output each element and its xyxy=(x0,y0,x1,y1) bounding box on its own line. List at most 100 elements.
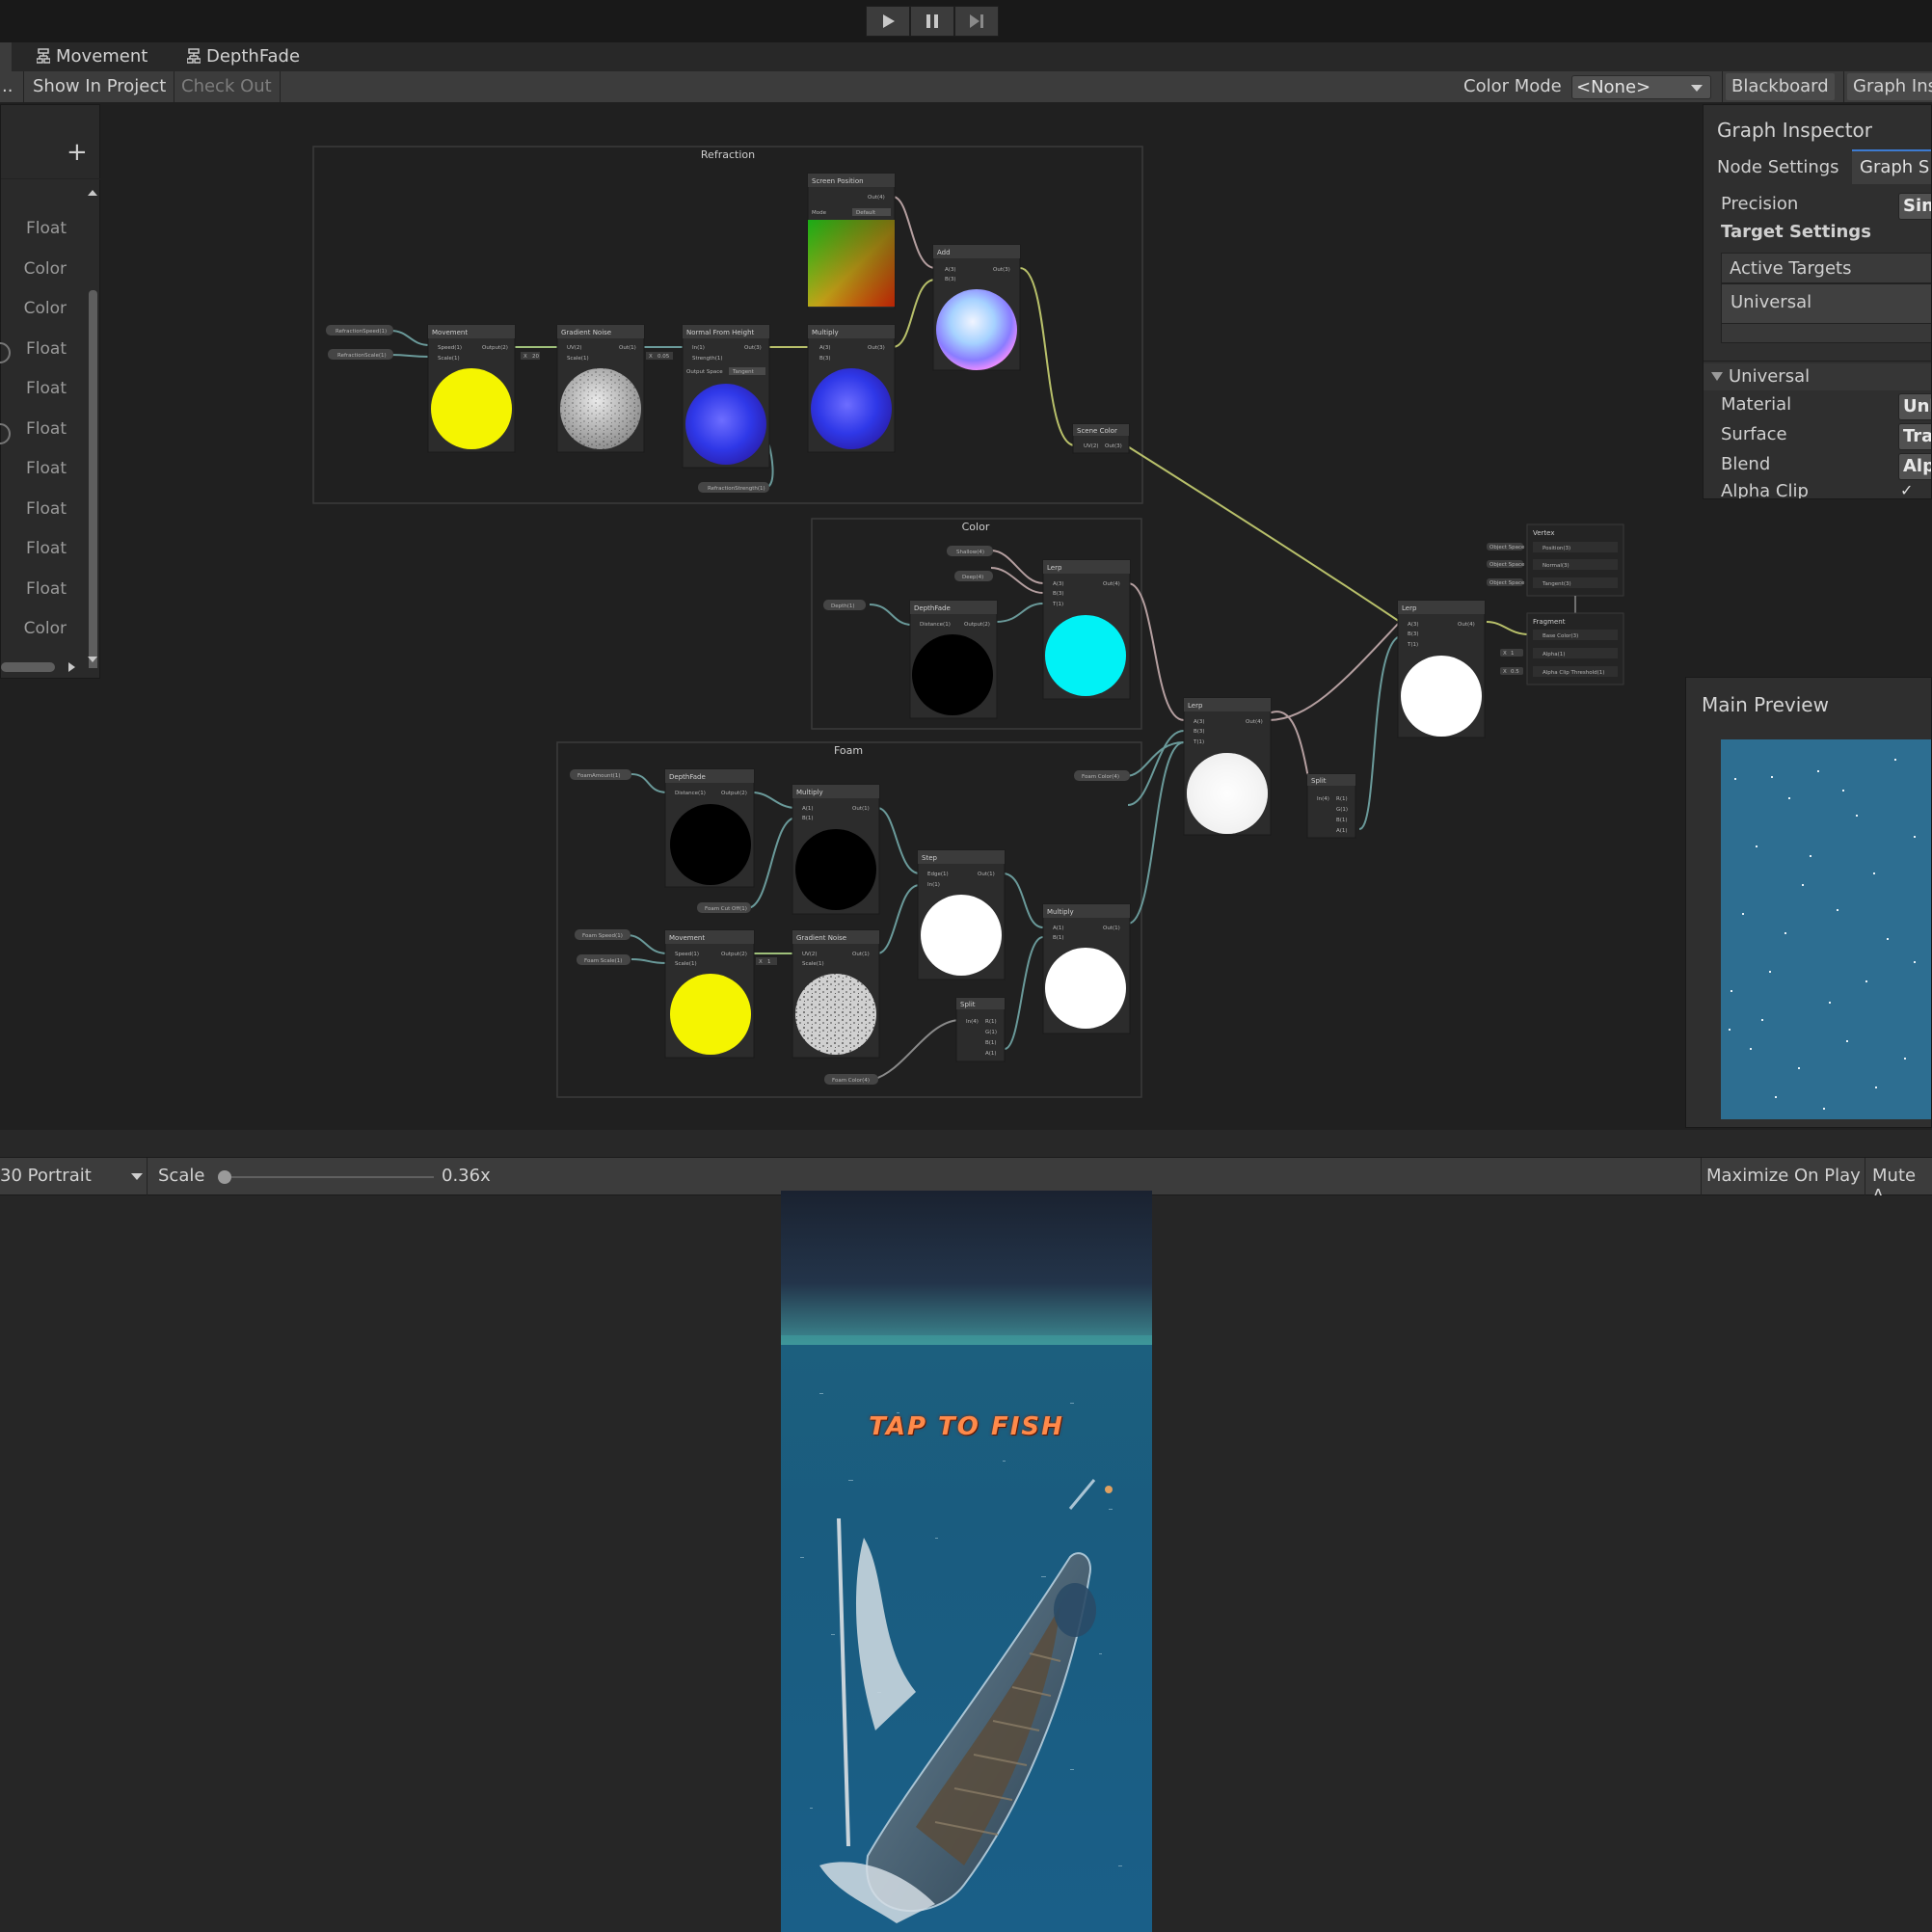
preview-render[interactable] xyxy=(1721,739,1932,1119)
node-split-mid[interactable]: Split In(4) R(1) G(1) B(1) A(1) xyxy=(1306,773,1356,839)
property-deep[interactable]: Deep(4) xyxy=(954,571,993,581)
node-title: Lerp xyxy=(1047,564,1062,572)
property-refraction-strength[interactable]: RefractionStrength(1) xyxy=(698,482,769,493)
node-add-refraction[interactable]: Add A(3) B(3) Out(3) xyxy=(932,244,1021,371)
step-button[interactable] xyxy=(954,6,999,37)
node-depthfade-color[interactable]: DepthFade Distance(1) Output(2) xyxy=(909,600,998,719)
node-lerp-mid[interactable]: Lerp A(3) B(3) T(1) Out(4) xyxy=(1183,697,1272,836)
master-fragment[interactable]: Fragment Base Color(3) Alpha(1) Alpha Cl… xyxy=(1500,612,1624,685)
vertical-scrollbar[interactable] xyxy=(86,186,99,668)
property-toggle[interactable] xyxy=(0,342,11,363)
node-normal-from-height[interactable]: Normal From Height In(1) Strength(1) Out… xyxy=(682,324,770,469)
node-gradient-noise-refraction[interactable]: Gradient Noise UV(2) Scale(1) Out(1) xyxy=(556,324,645,453)
port-b: B(3) xyxy=(1194,729,1205,735)
port-speed: Speed(1) xyxy=(438,345,462,351)
shader-graph-canvas[interactable]: Refraction Color Foam RefractionSpeed(1)… xyxy=(0,102,1932,1130)
universal-section-header[interactable]: Universal xyxy=(1704,363,1931,390)
active-targets-list[interactable]: Universal xyxy=(1721,283,1931,324)
node-step[interactable]: Step Edge(1) In(1) Out(1) xyxy=(917,849,1006,980)
surface-dropdown[interactable]: Tra xyxy=(1898,423,1931,450)
active-targets-footer xyxy=(1721,324,1931,343)
node-multiply-foam-a[interactable]: Multiply A(1) B(1) Out(1) xyxy=(792,784,880,915)
port-out: Out(1) xyxy=(978,872,995,877)
toolbar-separator xyxy=(1722,71,1723,102)
property-foam-color-a[interactable]: Foam Color(4) xyxy=(1074,770,1130,781)
property-foam-speed[interactable]: Foam Speed(1) xyxy=(575,929,631,940)
chevron-right-icon[interactable] xyxy=(67,660,78,674)
node-screen-position[interactable]: Screen Position Mode Default Out(4) xyxy=(807,173,896,309)
port-g: G(1) xyxy=(985,1030,997,1035)
toolbar-separator xyxy=(1701,1158,1702,1196)
blackboard-toggle[interactable]: Blackboard xyxy=(1726,73,1835,100)
property-toggle[interactable] xyxy=(0,423,11,444)
property-type: Float xyxy=(26,379,67,398)
chevron-down-icon xyxy=(1711,372,1723,381)
horizontal-scrollbar[interactable] xyxy=(1,662,55,672)
node-split-foam[interactable]: Split In(4) R(1) G(1) B(1) A(1) xyxy=(955,997,1006,1062)
blend-dropdown[interactable]: Alp xyxy=(1898,453,1931,480)
add-property-button[interactable]: + xyxy=(67,138,88,167)
material-dropdown[interactable]: Unli xyxy=(1898,393,1931,420)
play-button[interactable] xyxy=(866,6,910,37)
port-out: Out(3) xyxy=(993,267,1010,273)
master-vertex[interactable]: Vertex Position(3) Normal(3) Tangent(3) … xyxy=(1487,523,1624,597)
precision-dropdown[interactable]: Sing xyxy=(1898,193,1931,220)
property-shallow[interactable]: Shallow(4) xyxy=(947,546,993,556)
pill-label: Foam Speed(1) xyxy=(582,933,623,939)
tab-graph-settings[interactable]: Graph S xyxy=(1852,149,1931,184)
port-scale: Scale(1) xyxy=(802,961,824,967)
property-refraction-speed[interactable]: RefractionSpeed(1) xyxy=(326,325,393,335)
tab-node-settings[interactable]: Node Settings xyxy=(1717,157,1839,177)
tab-movement[interactable]: Movement xyxy=(37,46,148,71)
tap-to-fish-label[interactable]: TAP TO FISH xyxy=(781,1412,1152,1441)
tab-left-fragment[interactable] xyxy=(0,42,12,71)
port-output: Output(2) xyxy=(721,791,747,796)
node-movement-foam[interactable]: Movement Speed(1) Scale(1) Output(2) xyxy=(664,929,755,1059)
node-lerp-color[interactable]: Lerp A(3) B(3) T(1) Out(4) xyxy=(1042,559,1131,700)
node-gradient-noise-foam[interactable]: Gradient Noise UV(2) Scale(1) Out(1) xyxy=(792,929,880,1059)
surface-label: Surface xyxy=(1721,424,1787,444)
scale-slider-track[interactable] xyxy=(224,1176,434,1178)
property-foam-color-b[interactable]: Foam Color(4) xyxy=(824,1074,878,1085)
port-r: R(1) xyxy=(1336,796,1348,802)
node-depthfade-foam[interactable]: DepthFade Distance(1) Output(2) xyxy=(664,768,755,888)
port-output: Output(2) xyxy=(482,345,508,351)
node-graph[interactable]: Refraction Color Foam RefractionSpeed(1)… xyxy=(0,102,1932,1130)
game-screen[interactable]: TAP TO FISH xyxy=(781,1191,1152,1932)
port-normal: Normal(3) xyxy=(1543,563,1570,569)
scale-slider-thumb[interactable] xyxy=(218,1170,231,1184)
group-color-title: Color xyxy=(962,521,990,533)
maximize-on-play-button[interactable]: Maximize On Play xyxy=(1706,1166,1861,1186)
target-universal[interactable]: Universal xyxy=(1731,292,1811,312)
node-lerp-final[interactable]: Lerp A(3) B(3) T(1) Out(4) xyxy=(1397,600,1486,738)
port-base-color: Base Color(3) xyxy=(1543,633,1578,639)
value-20: 20 xyxy=(532,354,539,360)
step-icon xyxy=(970,14,983,28)
node-title: Split xyxy=(1311,777,1327,785)
tab-depthfade[interactable]: DepthFade xyxy=(187,46,300,71)
property-foam-cutoff[interactable]: Foam Cut Off(1) xyxy=(697,902,751,913)
property-depth[interactable]: Depth(1) xyxy=(823,600,866,610)
graph-inspector-toggle[interactable]: Graph Ins xyxy=(1847,73,1932,100)
color-mode-dropdown[interactable]: <None> xyxy=(1571,75,1711,99)
property-type: Float xyxy=(26,579,67,599)
property-refraction-scale[interactable]: RefractionScale(1) xyxy=(328,349,393,360)
check-out-button[interactable]: Check Out xyxy=(175,73,278,100)
property-foam-scale[interactable]: Foam Scale(1) xyxy=(577,954,631,965)
node-scene-color[interactable]: Scene Color UV(2) Out(3) xyxy=(1072,423,1130,454)
show-in-project-button[interactable]: Show In Project xyxy=(27,73,172,100)
port-output: Output(2) xyxy=(721,952,747,957)
resolution-dropdown[interactable]: 30 Portrait xyxy=(0,1166,92,1186)
port-alpha: Alpha(1) xyxy=(1543,652,1565,657)
port-speed: Speed(1) xyxy=(675,952,699,957)
alpha-clip-checkbox[interactable]: ✓ xyxy=(1900,481,1913,498)
node-movement-refraction[interactable]: Movement Speed(1) Scale(1) Output(2) xyxy=(427,324,516,453)
tab-movement-label: Movement xyxy=(56,46,148,67)
toolbar-overflow[interactable]: .. xyxy=(0,73,14,100)
node-multiply-foam-b[interactable]: Multiply A(1) B(1) Out(1) xyxy=(1042,903,1131,1034)
port-in: In(4) xyxy=(966,1019,979,1025)
pause-button[interactable] xyxy=(910,6,954,37)
property-foam-amount[interactable]: FoamAmount(1) xyxy=(570,769,631,780)
node-title: Fragment xyxy=(1533,618,1566,626)
node-multiply-refraction[interactable]: Multiply A(3) B(3) Out(3) xyxy=(807,324,896,453)
